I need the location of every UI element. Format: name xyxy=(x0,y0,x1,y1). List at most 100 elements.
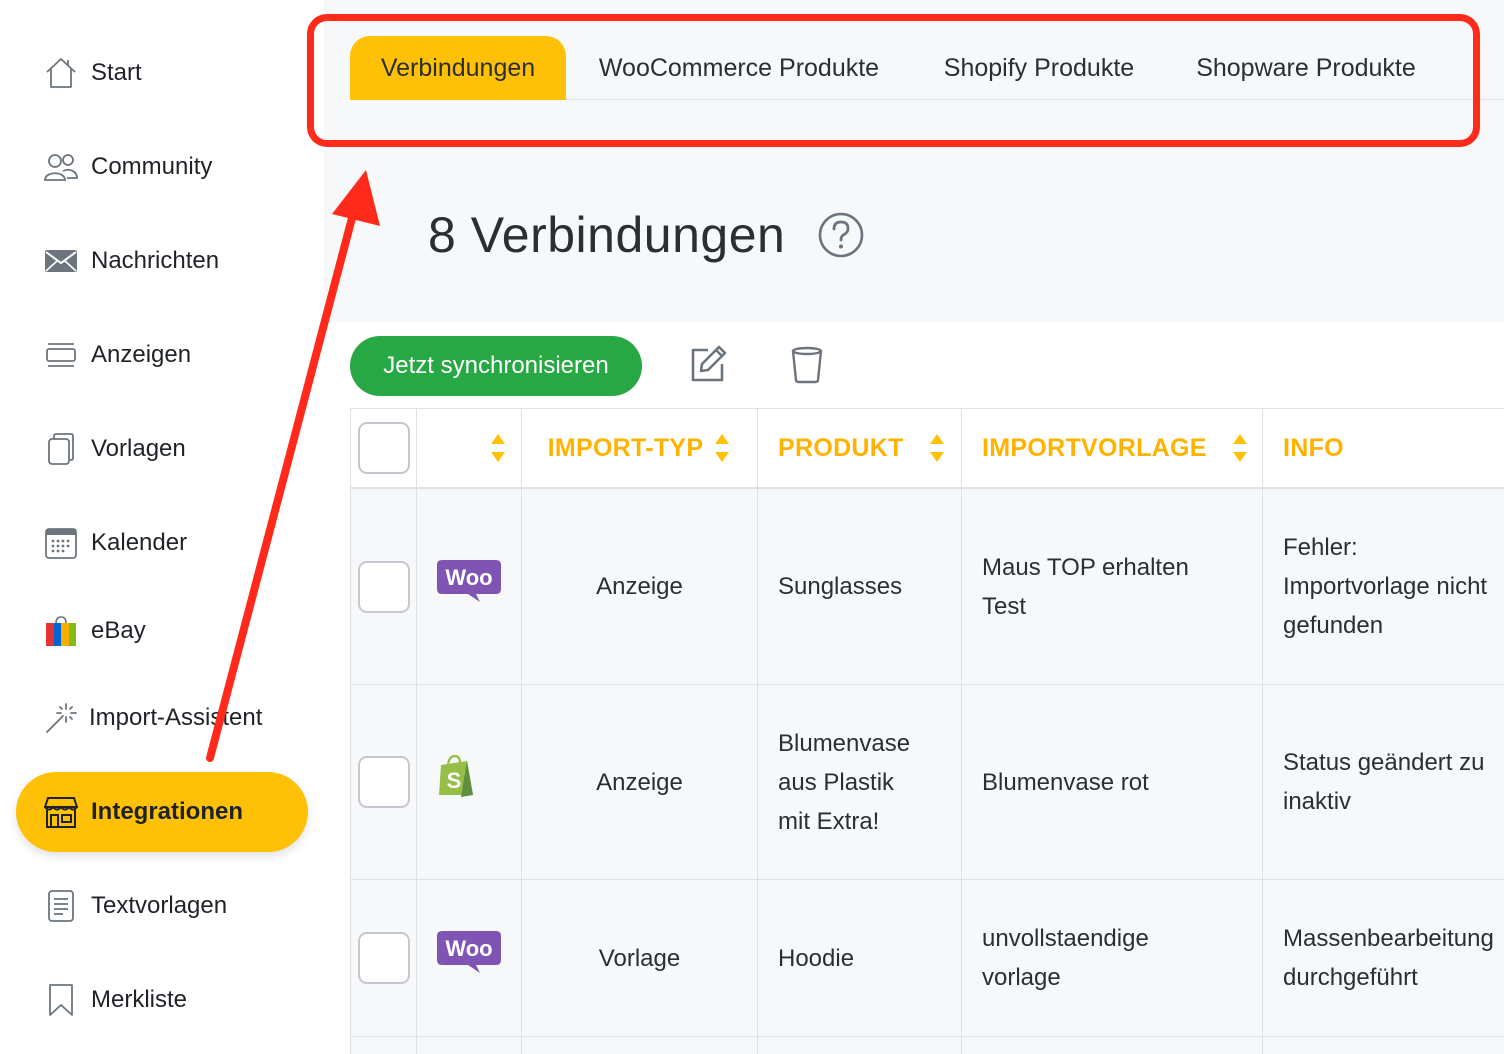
users-icon xyxy=(44,150,78,184)
info-line: Fehler: xyxy=(1283,534,1358,561)
sidebar-item-start[interactable]: Start xyxy=(16,33,308,113)
sort-icon[interactable] xyxy=(1231,433,1249,463)
sort-icon[interactable] xyxy=(928,433,946,463)
product-cell: Blumenvase aus Plastik mit Extra! xyxy=(757,685,961,879)
sidebar-item-anzeigen[interactable]: Anzeigen xyxy=(16,315,308,395)
edit-icon[interactable] xyxy=(688,344,728,384)
home-icon xyxy=(44,56,78,90)
woocommerce-logo-icon: Woo xyxy=(436,559,502,615)
sidebar-item-kalender[interactable]: Kalender xyxy=(16,503,308,583)
woocommerce-logo-icon: Woo xyxy=(436,930,502,986)
header-select-cell xyxy=(350,409,416,487)
svg-text:S: S xyxy=(447,768,462,793)
template-line: Maus TOP erhalten xyxy=(982,553,1189,581)
header-info[interactable]: INFO xyxy=(1262,409,1504,487)
header-import-type[interactable]: IMPORT-TYP xyxy=(521,409,757,487)
sort-icon[interactable] xyxy=(713,433,731,463)
template-line: unvollstaendige xyxy=(982,925,1149,952)
tab-shopware-produkte[interactable]: Shopware Produkte xyxy=(1166,36,1446,100)
product-line: Blumenvase xyxy=(778,729,911,757)
calendar-icon xyxy=(44,526,78,560)
sidebar-item-label: Merkliste xyxy=(91,986,188,1013)
table-row[interactable]: Woo Vorlage Hoodie unvollstaendige vorla… xyxy=(350,880,1504,1037)
sidebar-item-integrationen[interactable]: Integrationen xyxy=(16,772,308,852)
sidebar: Start Community Nachrichten Anzeigen Vor… xyxy=(0,0,324,1054)
platform-cell: Woo xyxy=(416,880,521,1036)
sidebar-item-community[interactable]: Community xyxy=(16,127,308,207)
header-label: PRODUKT xyxy=(778,433,904,462)
sidebar-item-label: Community xyxy=(91,153,213,180)
row-checkbox[interactable] xyxy=(357,932,410,984)
sidebar-item-textvorlagen[interactable]: Textvorlagen xyxy=(16,866,308,946)
select-cell xyxy=(350,1037,416,1054)
store-icon xyxy=(44,795,78,829)
info-line: inaktiv xyxy=(1283,788,1352,815)
table-row[interactable]: Woo Anzeige Sunglasses Maus TOP erhalten… xyxy=(350,489,1504,685)
page-header: 8 Verbindungen xyxy=(428,206,865,264)
magic-wand-icon xyxy=(44,701,78,735)
select-all-checkbox[interactable] xyxy=(357,422,410,474)
template-cell: unvollstaendige vorlage xyxy=(961,880,1262,1036)
row-checkbox[interactable] xyxy=(357,560,410,613)
sidebar-item-vorlagen[interactable]: Vorlagen xyxy=(16,409,308,489)
connections-table: IMPORT-TYP PRODUKT IMPORTVORLAGE INFO Wo… xyxy=(350,408,1504,1054)
row-checkbox[interactable] xyxy=(357,756,410,808)
table-header-row: IMPORT-TYP PRODUKT IMPORTVORLAGE INFO xyxy=(350,409,1504,489)
table-row[interactable] xyxy=(350,1037,1504,1054)
sidebar-item-label: Anzeigen xyxy=(91,341,192,368)
import-type-cell: Vorlage xyxy=(521,880,757,1036)
template-line: Test xyxy=(982,592,1027,620)
template-cell xyxy=(961,1037,1262,1054)
trash-icon[interactable] xyxy=(787,344,827,384)
tab-woocommerce-produkte[interactable]: WooCommerce Produkte xyxy=(566,36,912,100)
ads-icon xyxy=(44,338,78,372)
header-template[interactable]: IMPORTVORLAGE xyxy=(961,409,1262,487)
info-line: Massenbearbeitung xyxy=(1283,925,1494,952)
sidebar-item-label: eBay xyxy=(91,617,146,644)
sidebar-item-label: Vorlagen xyxy=(91,435,186,462)
svg-text:Woo: Woo xyxy=(445,565,492,590)
sidebar-item-label: Nachrichten xyxy=(91,247,220,274)
header-product[interactable]: PRODUKT xyxy=(757,409,961,487)
template-cell: Blumenvase rot xyxy=(961,685,1262,879)
copy-icon xyxy=(44,432,78,466)
svg-text:Woo: Woo xyxy=(445,936,492,961)
info-line: Importvorlage nicht xyxy=(1283,573,1488,600)
sidebar-item-label: Integrationen xyxy=(91,798,244,825)
template-line: vorlage xyxy=(982,964,1061,991)
sync-now-button[interactable]: Jetzt synchronisieren xyxy=(350,336,642,396)
sidebar-item-ebay[interactable]: eBay xyxy=(16,591,308,671)
shopify-logo-icon: S xyxy=(437,754,475,809)
header-label: IMPORTVORLAGE xyxy=(982,433,1207,462)
import-type-cell: Anzeige xyxy=(521,685,757,879)
select-cell xyxy=(350,685,416,879)
envelope-icon xyxy=(44,244,78,278)
help-icon[interactable] xyxy=(817,211,865,259)
sidebar-item-import-assistent[interactable]: Import-Assistent xyxy=(16,678,308,758)
table-row[interactable]: S Anzeige Blumenvase aus Plastik mit Ext… xyxy=(350,685,1504,880)
import-type-cell: Anzeige xyxy=(521,489,757,684)
header-label: IMPORT-TYP xyxy=(547,433,704,462)
product-cell xyxy=(757,1037,961,1054)
tab-shopify-produkte[interactable]: Shopify Produkte xyxy=(912,36,1166,100)
main-content: Verbindungen WooCommerce Produkte Shopif… xyxy=(324,0,1504,1054)
sidebar-item-label: Start xyxy=(91,59,142,86)
sidebar-item-nachrichten[interactable]: Nachrichten xyxy=(16,221,308,301)
tab-verbindungen[interactable]: Verbindungen xyxy=(350,36,566,100)
bookmark-icon xyxy=(44,983,78,1017)
platform-cell: Woo xyxy=(416,489,521,684)
ebay-bag-icon xyxy=(44,614,78,648)
page-title: 8 Verbindungen xyxy=(428,207,786,263)
info-cell: Fehler: Importvorlage nicht gefunden xyxy=(1262,489,1504,684)
platform-cell xyxy=(416,1037,521,1054)
sidebar-item-merkliste[interactable]: Merkliste xyxy=(16,960,308,1040)
template-cell: Maus TOP erhalten Test xyxy=(961,489,1262,684)
sidebar-item-label: Kalender xyxy=(91,529,188,556)
info-line: Status geändert zu xyxy=(1283,749,1485,776)
product-line: mit Extra! xyxy=(778,807,880,835)
sort-icon[interactable] xyxy=(489,433,507,463)
info-line: durchgeführt xyxy=(1283,964,1418,991)
sidebar-item-label: Import-Assistent xyxy=(89,704,263,731)
header-platform-cell[interactable] xyxy=(416,409,521,487)
sidebar-item-label: Textvorlagen xyxy=(91,892,228,919)
